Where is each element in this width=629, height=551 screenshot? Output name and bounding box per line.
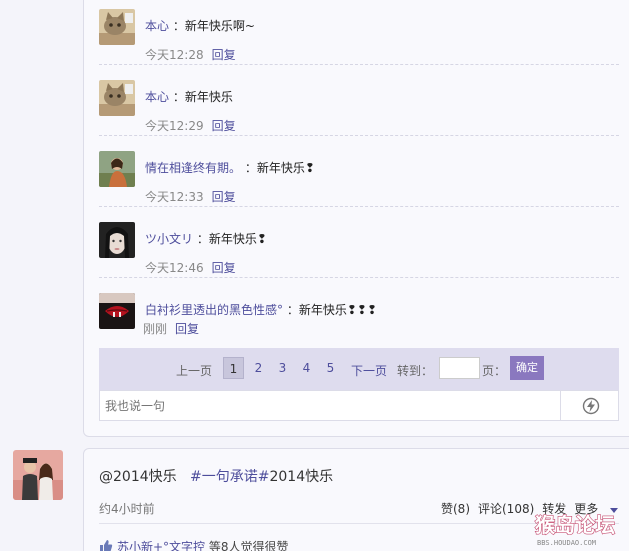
comment-divider [99, 277, 619, 278]
post-content: @2014快乐 #一句承诺#2014快乐 [99, 466, 333, 486]
page-5-button[interactable]: 5 [320, 357, 341, 379]
comment-item: 本心 ：新年快乐啊~ 今天12:28 回复 [99, 9, 619, 80]
comment-username[interactable]: 本心 [145, 90, 169, 104]
red-lips-avatar[interactable] [99, 293, 135, 329]
page-2-button[interactable]: 2 [248, 357, 269, 379]
comment-item: ツ小文リ ：新年快乐❢ 今天12:46 回复 [99, 222, 619, 293]
comment-meta: 今天12:33 回复 [145, 188, 236, 205]
page-1-button[interactable]: 1 [223, 357, 244, 379]
like-count-text: 等8人觉得很赞 [208, 540, 289, 551]
comment-username[interactable]: 白衬衫里透出的黑色性感° [145, 303, 283, 317]
reply-link[interactable]: 回复 [212, 190, 236, 204]
comment-colon: ： [172, 90, 185, 104]
site-watermark-logo: 猴岛论坛 BBS.HOUDAO.COM [533, 512, 625, 548]
lightning-icon[interactable] [582, 397, 600, 415]
comment-meta: 今天12:46 回复 [145, 259, 236, 276]
reply-link[interactable]: 回复 [212, 119, 236, 133]
post-time: 约4小时前 [99, 502, 155, 516]
comment-time: 今天12:29 [145, 119, 204, 133]
comment-colon: ： [286, 303, 299, 317]
comment-time: 今天12:46 [145, 261, 204, 275]
comment-username[interactable]: 本心 [145, 19, 169, 33]
comment-line: 情在相逢终有期。 ：新年快乐❢ [145, 159, 315, 176]
girl-face-avatar[interactable] [99, 222, 135, 258]
comment-input[interactable] [100, 391, 561, 420]
comment-item: 本心 ：新年快乐 今天12:29 回复 [99, 80, 619, 151]
thumbs-up-icon [100, 540, 113, 551]
confirm-button[interactable]: 确定 [510, 356, 544, 380]
comment-colon: ： [196, 232, 209, 246]
comment-colon: ： [244, 161, 257, 175]
girl-avatar[interactable] [99, 151, 135, 187]
comment-username[interactable]: ツ小文リ [145, 232, 193, 246]
comment-meta: 今天12:29 回复 [145, 117, 236, 134]
cat-avatar[interactable] [99, 80, 135, 116]
post-text: 2014快乐 [269, 469, 334, 485]
like-user-names[interactable]: 苏小新+°文字控 [117, 540, 205, 551]
comment-divider [99, 64, 619, 65]
goto-label: 转到： [397, 364, 434, 378]
comment-text: 新年快乐❢ [256, 161, 315, 175]
comment-meta: 刚刚 回复 [143, 320, 199, 337]
watermark-title: 猴岛论坛 [535, 513, 615, 537]
like-button[interactable]: 赞(8) [441, 502, 470, 516]
comment-text: 新年快乐 [184, 90, 233, 104]
like-summary: 苏小新+°文字控 等8人觉得很赞 [99, 538, 289, 551]
goto-page-input[interactable] [439, 357, 480, 379]
page-suffix-label: 页： [482, 364, 507, 378]
page-4-button[interactable]: 4 [296, 357, 317, 379]
comment-button[interactable]: 评论(108) [478, 502, 534, 516]
comment-divider [99, 206, 619, 207]
next-page-link[interactable]: 下一页 [351, 362, 387, 379]
post-mention[interactable]: @2014快乐 [99, 469, 177, 485]
comment-text: 新年快乐啊~ [184, 19, 255, 33]
reply-link[interactable]: 回复 [212, 48, 236, 62]
comment-time: 今天12:28 [145, 48, 204, 62]
comment-text: 新年快乐❢❢❢ [298, 303, 378, 317]
watermark-url: BBS.HOUDAO.COM [537, 539, 596, 547]
comment-line: 本心 ：新年快乐 [145, 88, 233, 105]
post-topic-tag[interactable]: #一句承诺# [190, 469, 269, 485]
comment-line: 白衬衫里透出的黑色性感° ：新年快乐❢❢❢ [145, 301, 377, 318]
page-3-button[interactable]: 3 [272, 357, 293, 379]
cat-avatar[interactable] [99, 9, 135, 45]
couple-avatar[interactable] [13, 450, 63, 500]
comment-item: 情在相逢终有期。 ：新年快乐❢ 今天12:33 回复 [99, 151, 619, 222]
comment-time: 刚刚 [143, 322, 168, 336]
comment-composer [99, 390, 619, 421]
reply-link[interactable]: 回复 [175, 322, 199, 336]
comment-meta: 今天12:28 回复 [145, 46, 236, 63]
comment-line: ツ小文リ ：新年快乐❢ [145, 230, 267, 247]
prev-page-link[interactable]: 上一页 [176, 362, 212, 379]
comment-colon: ： [172, 19, 185, 33]
comment-divider [99, 135, 619, 136]
comment-line: 本心 ：新年快乐啊~ [145, 17, 255, 34]
comment-username[interactable]: 情在相逢终有期。 [145, 161, 241, 175]
comment-panel: 本心 ：新年快乐啊~ 今天12:28 回复 本心 ：新年快乐 今天12:29 回复 … [83, 0, 629, 437]
reply-link[interactable]: 回复 [212, 261, 236, 275]
pagination-bar: 上一页 1 2 3 4 5 下一页 转到： 页： 确定 [99, 348, 619, 390]
comment-text: 新年快乐❢ [208, 232, 267, 246]
comment-time: 今天12:33 [145, 190, 204, 204]
